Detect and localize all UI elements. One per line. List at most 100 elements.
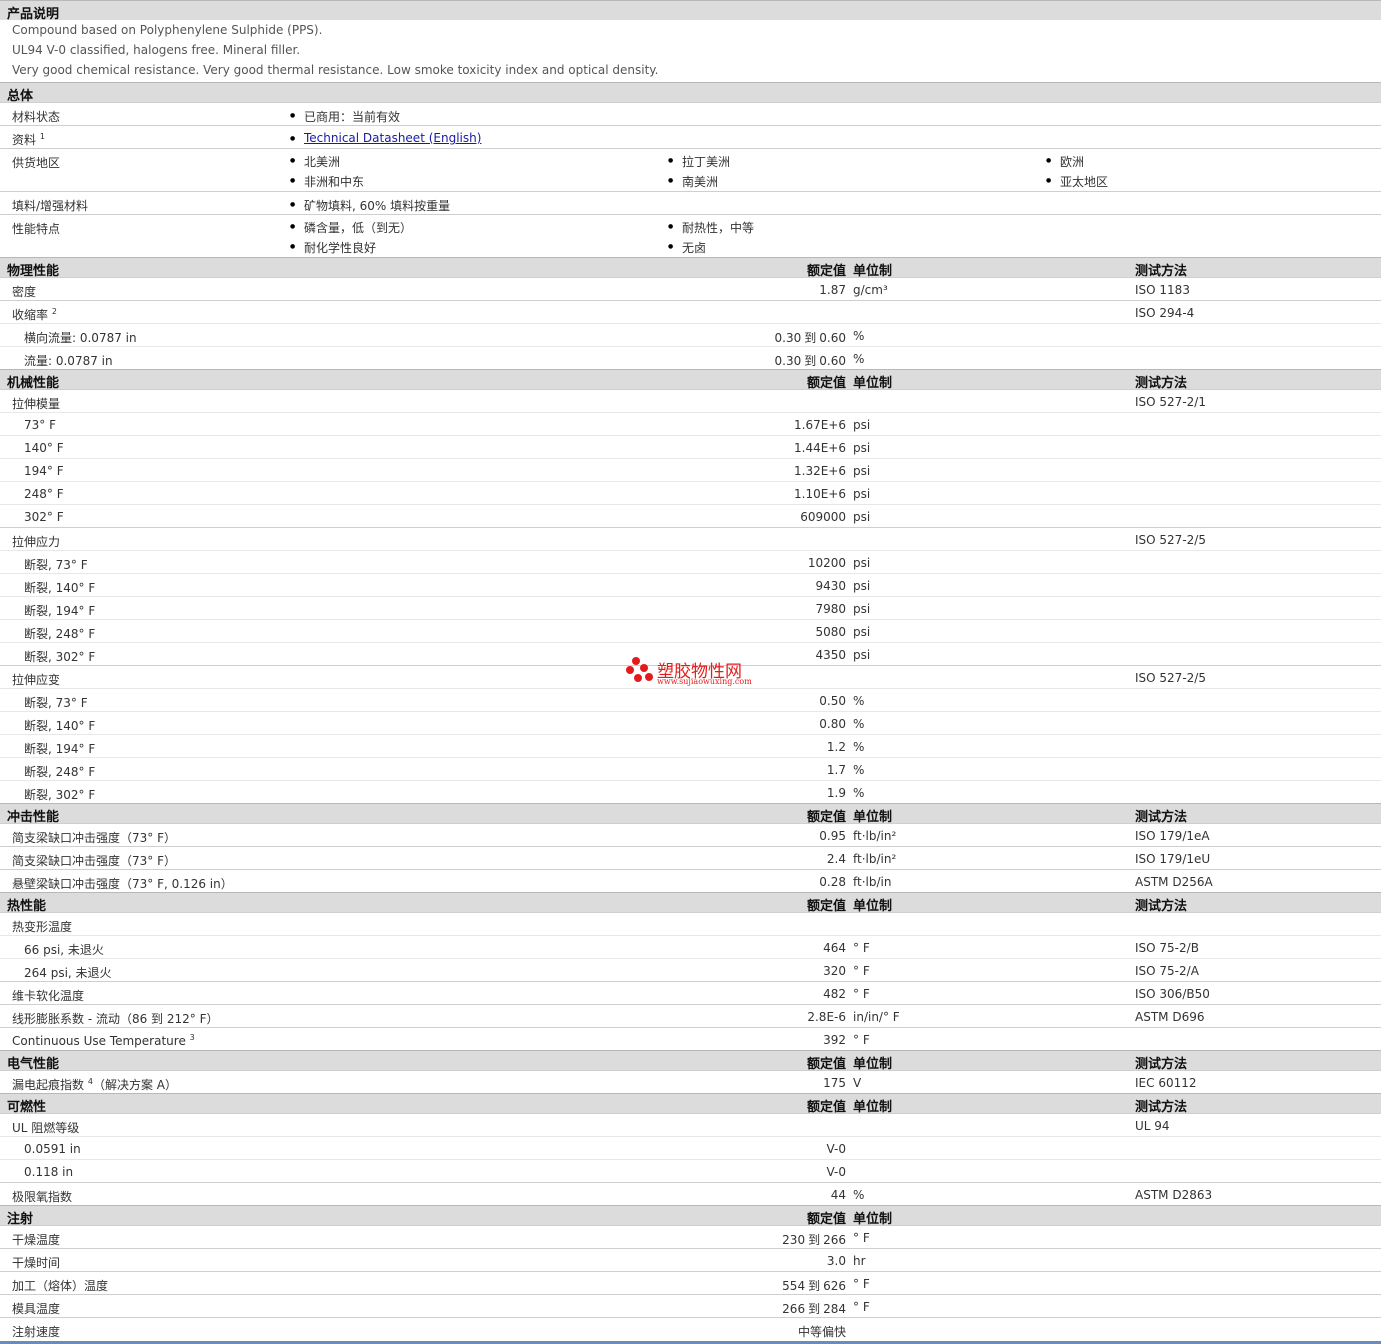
- property-unit: %: [853, 694, 865, 708]
- property-value: 175: [823, 1076, 846, 1090]
- property-row: 264 psi, 未退火 320 ° F ISO 75-2/A: [0, 958, 1381, 981]
- property-label: 注射速度: [12, 1325, 61, 1339]
- property-unit: %: [853, 352, 865, 366]
- property-label: 收缩率 2: [12, 307, 57, 322]
- section-header: 电气性能 额定值 单位制 测试方法: [0, 1050, 1381, 1072]
- property-row: 简支梁缺口冲击强度（73° F） 0.95 ft·lb/in² ISO 179/1eA: [0, 823, 1381, 846]
- property-sections: 物理性能 额定值 单位制 测试方法 密度 1.87 g/cm³ ISO 1183 收缩率 2 IS…: [0, 257, 1381, 1340]
- property-label: 断裂, 302° F: [24, 650, 96, 664]
- row-label: 供货地区: [12, 156, 61, 170]
- property-label: 干燥时间: [12, 1256, 61, 1270]
- property-value: 482: [823, 987, 846, 1001]
- watermark-url: www.sujiaowuxing.com: [657, 677, 752, 686]
- general-row-filler: 填料/增强材料 矿物填料, 60% 填料按重量: [0, 191, 1381, 214]
- section-header: 可燃性 额定值 单位制 测试方法: [0, 1093, 1381, 1115]
- test-method: ISO 75-2/A: [1135, 964, 1199, 978]
- bullet-item: 亚太地区: [1046, 173, 1108, 190]
- property-label: 264 psi, 未退火: [24, 966, 112, 980]
- property-label: 断裂, 248° F: [24, 627, 96, 641]
- general-row-status: 材料状态 已商用：当前有效: [0, 102, 1381, 125]
- property-label: 干燥温度: [12, 1233, 61, 1247]
- property-unit: V: [853, 1076, 862, 1090]
- property-label: 0.118 in: [24, 1165, 74, 1179]
- property-unit: psi: [853, 510, 871, 524]
- property-label: 拉伸应变: [12, 673, 61, 687]
- property-label: 断裂, 73° F: [24, 558, 88, 572]
- property-label: 横向流量: 0.0787 in: [24, 331, 137, 345]
- property-row: 流量: 0.0787 in 0.30 到 0.60%: [0, 346, 1381, 369]
- general-row-regions: 供货地区 北美洲 拉丁美洲 欧洲 非洲和中东 南美洲 亚太地区: [0, 148, 1381, 191]
- bullet-item: 非洲和中东: [290, 173, 364, 190]
- property-row: 66 psi, 未退火 464 ° F ISO 75-2/B: [0, 935, 1381, 958]
- property-row: 140° F 1.44E+6 psi: [0, 435, 1381, 458]
- property-unit: %: [853, 1188, 865, 1202]
- property-value: 10200: [807, 556, 846, 570]
- property-row: 收缩率 2 ISO 294-4: [0, 300, 1381, 323]
- bullet-item: 耐化学性良好: [290, 239, 376, 256]
- property-label: 拉伸模量: [12, 397, 61, 411]
- property-row: 干燥温度 230 到 266 ° F: [0, 1225, 1381, 1248]
- bullet-item: 已商用：当前有效: [290, 108, 400, 125]
- property-row: 简支梁缺口冲击强度（73° F） 2.4 ft·lb/in² ISO 179/1eU: [0, 846, 1381, 869]
- property-label: 断裂, 73° F: [24, 696, 88, 710]
- property-value: 266 到 284: [782, 1302, 846, 1316]
- property-row: 断裂, 73° F 0.50%: [0, 688, 1381, 711]
- property-row: 断裂, 140° F 9430 psi: [0, 573, 1381, 596]
- property-row: 干燥时间 3.0 hr: [0, 1248, 1381, 1271]
- property-label: 漏电起痕指数 4（解决方案 A）: [12, 1077, 177, 1092]
- property-value: 1.9: [826, 786, 846, 800]
- property-label: 140° F: [24, 441, 64, 455]
- property-value: 230 到 266: [782, 1233, 846, 1247]
- test-method: ASTM D696: [1135, 1010, 1205, 1024]
- property-row: 0.118 in V-0: [0, 1159, 1381, 1182]
- property-label: 模具温度: [12, 1302, 61, 1316]
- property-unit: ft·lb/in: [853, 875, 892, 889]
- property-value: 0.50: [819, 694, 846, 708]
- row-label: 资料 1: [12, 132, 45, 147]
- section-title: 产品说明: [7, 7, 60, 22]
- property-unit: ° F: [853, 1300, 870, 1314]
- bullet-item: 南美洲: [668, 173, 718, 190]
- property-unit: ° F: [853, 1033, 870, 1047]
- property-label: 断裂, 194° F: [24, 604, 96, 618]
- property-unit: psi: [853, 464, 871, 478]
- property-value: 3.0: [826, 1254, 846, 1268]
- property-row: 拉伸模量 ISO 527-2/1: [0, 389, 1381, 412]
- property-unit: %: [853, 763, 865, 777]
- test-method: UL 94: [1135, 1119, 1170, 1133]
- property-row: 极限氧指数 44% ASTM D2863: [0, 1182, 1381, 1205]
- property-unit: psi: [853, 441, 871, 455]
- property-unit: ft·lb/in²: [853, 829, 897, 843]
- property-value: 9430: [815, 579, 846, 593]
- property-label: 194° F: [24, 464, 64, 478]
- property-unit: hr: [853, 1254, 866, 1268]
- property-label: 断裂, 194° F: [24, 742, 96, 756]
- bullet-item: 矿物填料, 60% 填料按重量: [290, 197, 450, 214]
- property-value: 5080: [815, 625, 846, 639]
- property-row: 断裂, 194° F 7980 psi: [0, 596, 1381, 619]
- property-unit: in/in/° F: [853, 1010, 900, 1024]
- description-block: Compound based on Polyphenylene Sulphide…: [0, 20, 1381, 82]
- property-label: 断裂, 248° F: [24, 765, 96, 779]
- bullet-item: 北美洲: [290, 153, 340, 170]
- property-value: 中等偏快: [797, 1325, 846, 1339]
- property-row: 漏电起痕指数 4（解决方案 A） 175 V IEC 60112: [0, 1070, 1381, 1093]
- property-value: 0.95: [819, 829, 846, 843]
- description-line: UL94 V-0 classified, halogens free. Mine…: [12, 43, 301, 57]
- property-label: 0.0591 in: [24, 1142, 81, 1156]
- property-label: Continuous Use Temperature 3: [12, 1033, 195, 1048]
- property-row: 73° F 1.67E+6 psi: [0, 412, 1381, 435]
- property-row: 断裂, 194° F 1.2%: [0, 734, 1381, 757]
- row-label: 性能特点: [12, 222, 61, 236]
- property-row: 302° F 609000 psi: [0, 504, 1381, 527]
- section-header-general: 总体: [0, 82, 1381, 104]
- property-label: 302° F: [24, 510, 64, 524]
- property-row: 断裂, 248° F 1.7%: [0, 757, 1381, 780]
- property-label: 拉伸应力: [12, 535, 61, 549]
- property-unit: psi: [853, 487, 871, 501]
- bullet-item: 磷含量，低（到无）: [290, 219, 412, 236]
- property-value: 1.2: [826, 740, 846, 754]
- datasheet-link[interactable]: Technical Datasheet (English): [304, 131, 481, 145]
- property-label: 简支梁缺口冲击强度（73° F）: [12, 854, 176, 868]
- property-unit: %: [853, 329, 865, 343]
